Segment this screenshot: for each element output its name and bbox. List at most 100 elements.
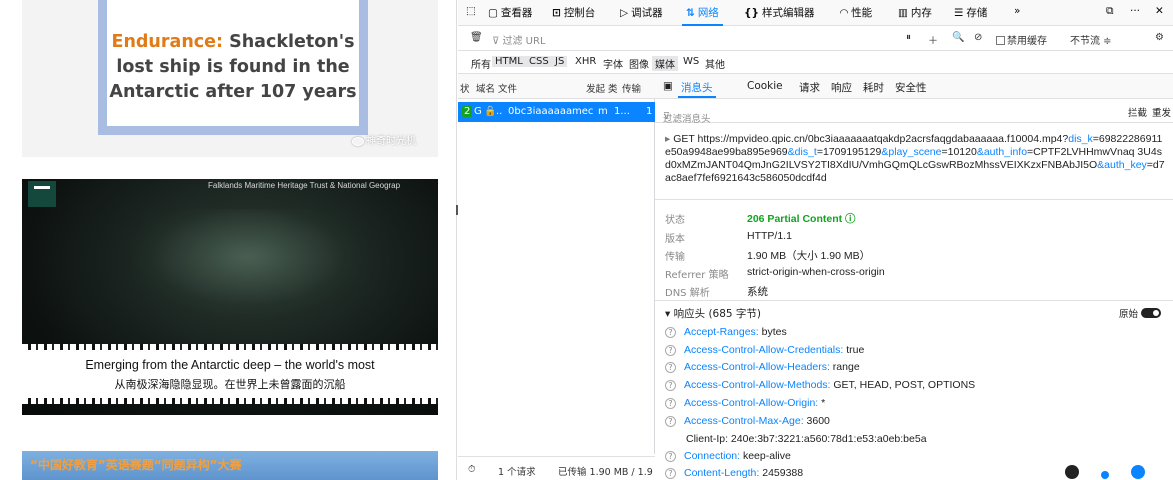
- pause-icon[interactable]: ⏸: [906, 32, 911, 43]
- throttle-select[interactable]: 不节流 ≑: [1070, 32, 1112, 47]
- tab-memory[interactable]: ▥ 内存: [898, 5, 932, 20]
- resend-button[interactable]: 重发: [1152, 105, 1171, 119]
- header-item[interactable]: ? Accept-Ranges: bytes: [665, 326, 1165, 343]
- gear-icon[interactable]: ⚙: [1155, 32, 1164, 43]
- shipwreck-image: [132, 209, 362, 314]
- more-tabs-button[interactable]: »: [1014, 5, 1020, 17]
- tab-console[interactable]: ⊡ 控制台: [552, 5, 595, 20]
- param-value: =10120: [941, 146, 977, 158]
- block-icon[interactable]: ⊘: [974, 32, 982, 43]
- pane-divider[interactable]: [456, 0, 457, 480]
- add-icon[interactable]: ＋: [928, 32, 938, 47]
- tab-request[interactable]: 请求: [799, 80, 820, 95]
- header-item[interactable]: ? Access-Control-Allow-Origin: *: [665, 397, 1165, 414]
- dock-icon[interactable]: ⧉: [1106, 5, 1114, 18]
- tab-style-editor[interactable]: {} 样式编辑器: [744, 5, 814, 20]
- header-item[interactable]: Client-Ip: 240e:3b7:3221:a560:78d1:e53:a…: [665, 433, 1165, 450]
- type-js[interactable]: JS: [552, 56, 568, 67]
- panel-toggle-icon[interactable]: ▣: [663, 80, 673, 92]
- header-value: bytes: [758, 326, 787, 338]
- header-name: Client-Ip:: [686, 433, 729, 445]
- debugger-icon: ▷: [620, 7, 629, 19]
- type-font[interactable]: 字体: [600, 56, 626, 71]
- block-button[interactable]: 拦截: [1128, 105, 1147, 119]
- tab-headers[interactable]: 消息头: [678, 80, 715, 98]
- tab-performance[interactable]: ◠ 性能: [840, 5, 872, 20]
- help-icon: ?: [665, 362, 676, 373]
- filter-url-input[interactable]: ⊽ 过滤 URL: [492, 32, 546, 47]
- col-domain[interactable]: 域名: [476, 81, 495, 95]
- checkbox-box: [996, 36, 1005, 45]
- wechat-icon: [352, 136, 364, 146]
- storage-icon: ☰: [954, 7, 964, 19]
- widget-icon[interactable]: [1131, 465, 1145, 479]
- version-value: HTTP/1.1: [747, 230, 792, 242]
- floating-widget: [1065, 465, 1167, 480]
- tab-debugger[interactable]: ▷ 调试器: [620, 5, 663, 20]
- network-icon: ⇅: [686, 7, 695, 19]
- header-item[interactable]: ? Access-Control-Allow-Methods: GET, HEAD…: [665, 379, 1165, 396]
- type-media[interactable]: 媒体: [652, 56, 678, 71]
- type-image[interactable]: 图像: [626, 56, 652, 71]
- header-item[interactable]: ? Access-Control-Max-Age: 3600: [665, 415, 1165, 432]
- type-ws[interactable]: WS: [680, 56, 702, 67]
- widget-icon[interactable]: [1065, 465, 1079, 479]
- request-extra: 1: [646, 106, 653, 117]
- header-item[interactable]: ? Access-Control-Allow-Credentials: true: [665, 344, 1165, 361]
- tab-network[interactable]: ⇅ 网络: [682, 5, 723, 26]
- tab-security[interactable]: 安全性: [895, 80, 927, 95]
- help-icon: ?: [665, 416, 676, 427]
- header-value: 240e:3b7:3221:a560:78d1:e53:a0eb:be5a: [728, 433, 927, 445]
- detail-tabs: ▣ 消息头 Cookie 请求 响应 耗时 安全性: [655, 74, 1173, 99]
- raw-toggle[interactable]: 原始: [1119, 306, 1161, 320]
- pick-element-icon[interactable]: ⬚: [466, 5, 476, 17]
- inspector-icon: ▢: [488, 7, 498, 19]
- tab-inspector[interactable]: ▢ 查看器: [488, 5, 532, 20]
- header-name: Connection:: [684, 450, 741, 462]
- braces-icon: {}: [744, 7, 759, 19]
- col-initiator[interactable]: 发起: [586, 81, 605, 95]
- col-status[interactable]: 状: [460, 81, 470, 95]
- tab-storage-label: 存储: [966, 7, 988, 19]
- type-xhr[interactable]: XHR: [572, 56, 599, 67]
- expand-arrow-icon: ▸: [665, 133, 674, 145]
- referrer-value: strict-origin-when-cross-origin: [747, 266, 885, 278]
- help-icon: ?: [665, 380, 676, 391]
- version-label: 版本: [665, 234, 685, 245]
- header-item[interactable]: ? Access-Control-Allow-Headers: range: [665, 361, 1165, 378]
- search-icon[interactable]: 🔍: [952, 32, 964, 43]
- trash-icon[interactable]: 🗑: [470, 32, 483, 43]
- col-type[interactable]: 类: [608, 81, 618, 95]
- type-css[interactable]: CSS: [526, 56, 552, 67]
- disable-cache-label: 禁用缓存: [1007, 36, 1047, 47]
- header-value: *: [818, 397, 826, 409]
- type-all[interactable]: 所有: [468, 56, 494, 71]
- type-html[interactable]: HTML: [492, 56, 526, 67]
- header-filter-placeholder: 过滤消息头: [663, 114, 711, 125]
- response-headers-section[interactable]: ▾ 响应头 (685 字节) 原始: [655, 301, 1173, 323]
- requests-count: 1 个请求: [498, 467, 536, 478]
- col-transferred[interactable]: 传输: [622, 81, 641, 95]
- tab-response[interactable]: 响应: [831, 80, 852, 95]
- close-icon[interactable]: ✕: [1155, 5, 1164, 17]
- menu-dots-icon[interactable]: ···: [1130, 5, 1140, 17]
- memory-icon: ▥: [898, 7, 908, 19]
- request-url-line[interactable]: ▸ GET https://mpvideo.qpic.cn/0bc3iaaaaa…: [665, 133, 1165, 185]
- tab-cookies[interactable]: Cookie: [747, 80, 783, 92]
- video-player[interactable]: Falklands Maritime Heritage Trust & Nati…: [22, 179, 438, 415]
- request-type: m: [598, 106, 608, 117]
- request-row[interactable]: 2 G 🔒 .. 0bc3iaaaaaa mec m 1... 1: [458, 102, 655, 122]
- widget-icon[interactable]: [1101, 471, 1109, 479]
- status-value: 206 Partial Content ⓘ: [747, 213, 856, 225]
- filter-icon: ⊽: [492, 36, 503, 47]
- col-file[interactable]: 文件: [498, 81, 517, 95]
- subtitle-chinese: 从南极深海隐隐显现。在世界上未曾露面的沉船: [114, 378, 346, 391]
- disable-cache-checkbox[interactable]: 禁用缓存: [996, 32, 1047, 47]
- type-other[interactable]: 其他: [702, 56, 728, 71]
- tab-storage[interactable]: ☰ 存储: [954, 5, 987, 20]
- dns-label: DNS 解析: [665, 288, 710, 299]
- param-key: &auth_key: [1097, 159, 1147, 171]
- header-name: Accept-Ranges:: [684, 326, 759, 338]
- param-key: dis_k: [1068, 133, 1093, 145]
- tab-timings[interactable]: 耗时: [863, 80, 884, 95]
